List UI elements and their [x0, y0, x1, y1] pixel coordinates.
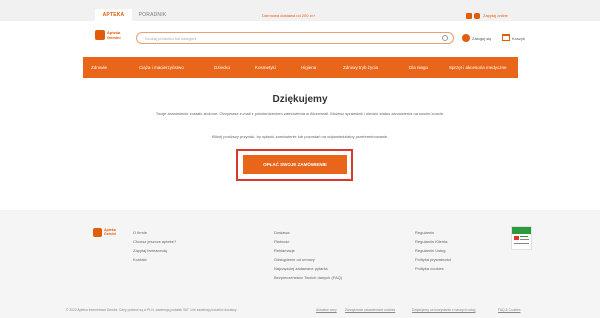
footer-link[interactable]: O firmie — [133, 228, 176, 237]
logo-icon — [95, 30, 105, 40]
top-bar: APTEKA PORADNIK Darmowa dostawa od 200 z… — [0, 0, 600, 21]
poland-flag-icon — [514, 236, 519, 240]
promo-banner[interactable]: Darmowa dostawa od 200 zł ▪ — [262, 13, 315, 18]
nav-item-ciaza[interactable]: Ciąża i macierzyństwo — [139, 57, 184, 78]
promo-text: Darmowa dostawa od 200 zł — [262, 13, 313, 18]
footer-column-service: Dostawa Płatność Reklamacje Odstąpienie … — [274, 228, 342, 282]
nav-item-sprzet[interactable]: Sprzęt i akcesoria medyczne — [449, 57, 507, 78]
footer-link[interactable]: Najczęściej zadawane pytania — [274, 264, 342, 273]
badge-line — [520, 239, 529, 240]
header: Apteka Gemini Szukaj produktu lub katego… — [0, 22, 600, 54]
footer-logo-text: Apteka Gemini — [104, 228, 116, 236]
order-confirmation-text: Twoje zamówienie zostało złożone. Otrzym… — [155, 111, 445, 116]
login-label: Zaloguj się — [472, 36, 492, 41]
footer-link[interactable]: Płatność — [274, 237, 342, 246]
search-placeholder: Szukaj produktu lub kategorii — [145, 36, 197, 41]
instagram-icon[interactable] — [474, 13, 480, 19]
cart-icon — [502, 34, 510, 41]
nav-item-dziecko[interactable]: Dziecko — [214, 57, 230, 78]
truck-icon: ▪ — [313, 13, 316, 18]
footer-link[interactable]: Regulamin Klienta — [415, 237, 451, 246]
footer-link[interactable]: Kontakt — [133, 255, 176, 264]
pay-order-button[interactable]: OPŁAĆ SWOJE ZAMÓWIENIE — [243, 155, 347, 174]
footer-link[interactable]: Dostawa — [274, 228, 342, 237]
page-title: Dziękujemy — [272, 94, 328, 105]
copyright-text: © 2022 Apteka Internetowa Gemini. Ceny p… — [66, 308, 238, 312]
nav-item-higiena[interactable]: Higiena — [301, 57, 316, 78]
search-input[interactable]: Szukaj produktu lub kategorii — [136, 32, 454, 44]
footer-link[interactable]: Regulamin — [415, 228, 451, 237]
logo-text: Apteka Gemini — [107, 30, 121, 40]
pharmacy-register-badge[interactable] — [511, 226, 532, 250]
cart-label: Koszyk — [512, 36, 525, 41]
online-link[interactable]: Zapytaj online — [483, 13, 508, 18]
footer-column-legal: Regulamin Regulamin Klienta Regulamin Us… — [415, 228, 451, 273]
facebook-icon[interactable] — [466, 13, 472, 19]
footer: Apteka Gemini O firmie Chcesz jeszcze ap… — [0, 210, 600, 318]
bottom-link[interactable]: FAQ & Cookies — [498, 308, 521, 312]
badge-line — [520, 236, 528, 237]
footer-link[interactable]: Polityka cookies — [415, 264, 451, 273]
footer-link[interactable]: Regulamin Usług — [415, 246, 451, 255]
footer-link[interactable]: Bezpieczeństwo Twoich danych (FAQ) — [274, 273, 342, 282]
footer-logo[interactable]: Apteka Gemini — [93, 228, 123, 242]
footer-link[interactable]: Reklamacje — [274, 246, 342, 255]
bottom-link[interactable]: Dziękujemy za korzystanie z naszych usłu… — [412, 308, 475, 312]
tab-apteka[interactable]: APTEKA — [95, 9, 132, 21]
nav-item-zdrowie[interactable]: Zdrowie — [91, 57, 107, 78]
footer-link[interactable]: Zapytaj farmaceutę — [133, 246, 176, 255]
nav-item-zdrowy-tryb[interactable]: Zdrowy tryb życia — [343, 57, 378, 78]
footer-link[interactable]: Odstąpienie od umowy — [274, 255, 342, 264]
user-icon — [462, 34, 470, 42]
tab-poradnik[interactable]: PORADNIK — [134, 9, 171, 21]
badge-cross-icon — [512, 227, 531, 234]
category-nav: Zdrowie Ciąża i macierzyństwo Dziecko Ko… — [83, 57, 518, 78]
footer-link[interactable]: Polityka prywatności — [415, 255, 451, 264]
footer-logo-icon — [93, 228, 102, 237]
footer-link[interactable]: Chcesz jeszcze apteke? — [133, 237, 176, 246]
logo[interactable]: Apteka Gemini — [95, 29, 121, 44]
footer-logo-line-2: Gemini — [104, 232, 116, 236]
nav-item-kosmetyki[interactable]: Kosmetyki — [255, 57, 276, 78]
footer-column-company: O firmie Chcesz jeszcze apteke? Zapytaj … — [133, 228, 176, 264]
badge-line — [514, 243, 529, 244]
bottom-link[interactable]: Zarządzanie ustawieniami cookies — [345, 308, 395, 312]
search-icon[interactable] — [442, 35, 448, 41]
logo-line-2: Gemini — [107, 35, 121, 40]
bottom-link[interactable]: Aktualne ceny — [316, 308, 337, 312]
payment-info-text: Kliknij poniższy przycisk, by opłacić za… — [211, 134, 389, 139]
nav-item-dla-niego[interactable]: Dla niego — [409, 57, 428, 78]
